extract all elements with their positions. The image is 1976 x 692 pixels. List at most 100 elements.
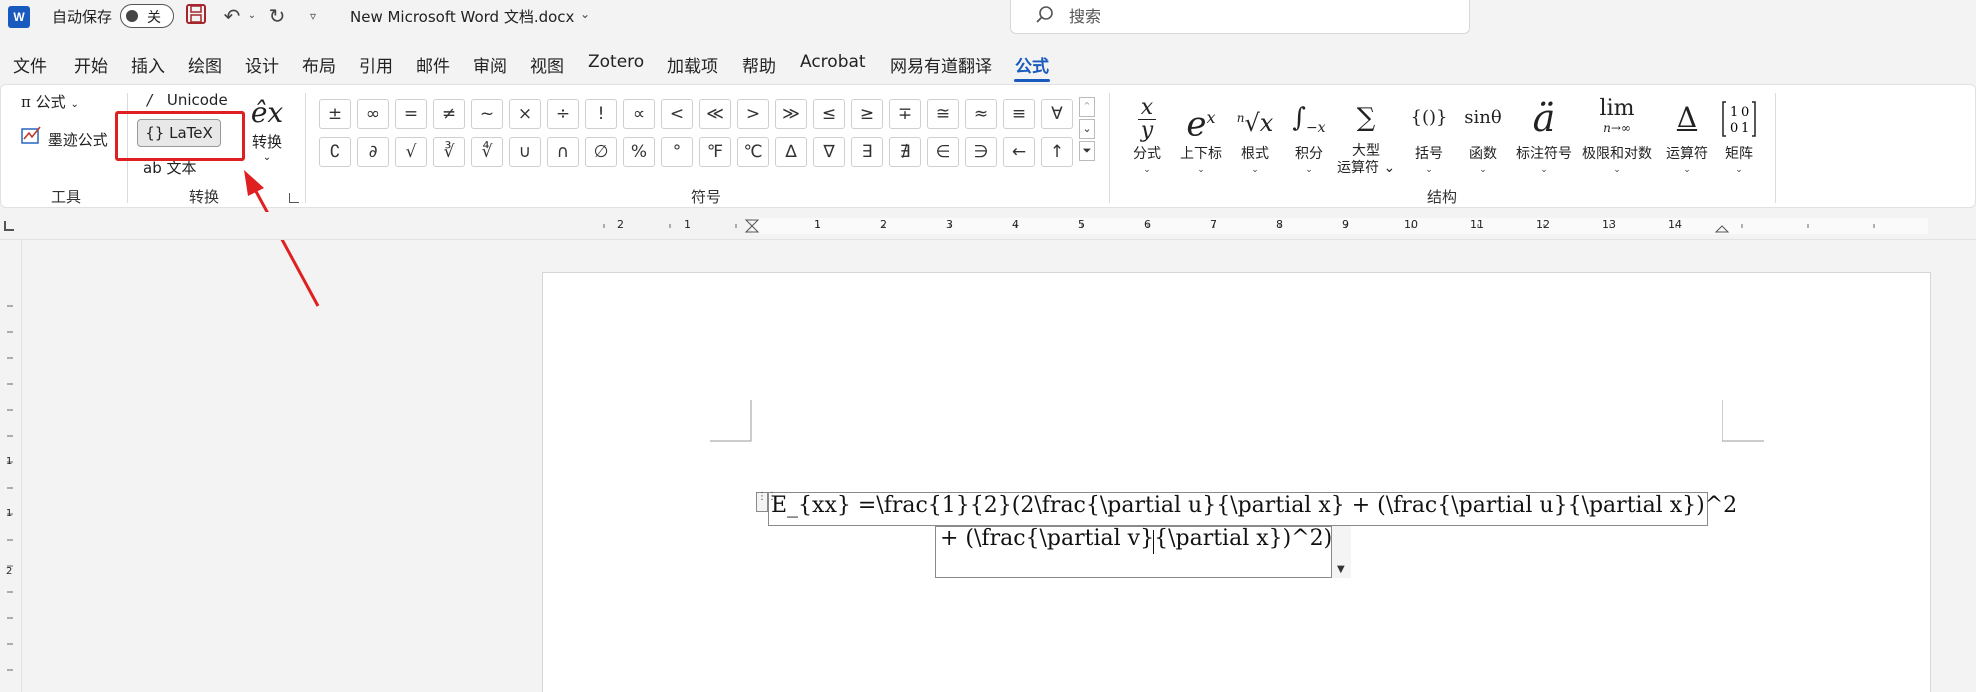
operator-button[interactable]: Δ 运算符 ⌄ — [1661, 93, 1713, 175]
convert-button[interactable]: êx 转换 ⌄ — [247, 95, 287, 163]
scroll-up-icon[interactable]: ⌃ — [1079, 97, 1095, 117]
autosave-toggle[interactable]: 关 — [120, 4, 174, 28]
symbol-item[interactable]: ≪ — [699, 99, 731, 129]
tab-design[interactable]: 设计 — [245, 52, 279, 77]
scroll-down-icon[interactable]: ⌄ — [1079, 119, 1095, 139]
symbol-item[interactable]: ≈ — [965, 99, 997, 129]
tab-selector-icon[interactable] — [4, 221, 14, 231]
symbol-item[interactable]: ∩ — [547, 137, 579, 167]
tab-youdao-translate[interactable]: 网易有道翻译 — [890, 52, 992, 77]
active-tab-indicator — [1014, 79, 1050, 82]
equation-text-line1[interactable]: E_{xx} =\frac{1}{2}(2\frac{\partial u}{\… — [771, 493, 1737, 518]
symbol-item[interactable]: ÷ — [547, 99, 579, 129]
chevron-down-icon: ⌄ — [1305, 165, 1313, 175]
tab-review[interactable]: 审阅 — [473, 52, 507, 77]
function-button[interactable]: sinθ 函数 ⌄ — [1461, 93, 1505, 175]
document-title[interactable]: New Microsoft Word 文档.docx — [350, 6, 574, 27]
document-page[interactable] — [542, 272, 1931, 692]
symbol-item[interactable]: × — [509, 99, 541, 129]
fraction-button[interactable]: xy 分式 ⌄ — [1127, 93, 1167, 176]
tab-view[interactable]: 视图 — [530, 52, 564, 77]
symbol-item[interactable]: ∞ — [357, 99, 389, 129]
symbol-item[interactable]: √ — [395, 137, 427, 167]
ink-formula-icon — [21, 126, 48, 149]
symbol-item[interactable]: ∀ — [1041, 99, 1073, 129]
symbol-item[interactable]: ° — [661, 137, 693, 167]
symbol-item[interactable]: ! — [585, 99, 617, 129]
symbol-item[interactable]: ≥ — [851, 99, 883, 129]
symbol-item[interactable]: ← — [1003, 137, 1035, 167]
equation-text-line2[interactable]: + (\frac{\partial v}{\partial x})^2) — [940, 526, 1332, 551]
symbol-item[interactable]: > — [737, 99, 769, 129]
structures-group-label: 结构 — [1427, 188, 1458, 206]
symbol-item[interactable]: ∃ — [851, 137, 883, 167]
symbol-item[interactable]: ≠ — [433, 99, 465, 129]
symbol-item[interactable]: ∆ — [775, 137, 807, 167]
customize-qat-icon[interactable]: ▿ — [304, 3, 322, 29]
symbol-item[interactable]: ≡ — [1003, 99, 1035, 129]
limit-log-button[interactable]: lim n→∞ 极限和对数 ⌄ — [1579, 93, 1655, 176]
ink-formula-button[interactable]: 墨迹公式 — [21, 125, 108, 150]
symbol-item[interactable]: < — [661, 99, 693, 129]
symbol-item[interactable]: ≫ — [775, 99, 807, 129]
redo-icon[interactable]: ↻ — [264, 3, 290, 29]
undo-dropdown-icon[interactable]: ⌄ — [246, 3, 258, 29]
symbol-item[interactable]: ∂ — [357, 137, 389, 167]
equation-handle-icon[interactable]: ⋮⋮ — [756, 492, 777, 512]
symbol-item[interactable]: ∓ — [889, 99, 921, 129]
symbol-item[interactable]: ∈ — [927, 137, 959, 167]
large-operator-button[interactable]: ∑ 大型 运算符 ⌄ — [1337, 93, 1395, 177]
ribbon-tabs: 文件 开始 插入 绘图 设计 布局 引用 邮件 审阅 视图 Zotero 加载项… — [0, 48, 1976, 82]
tab-layout[interactable]: 布局 — [302, 52, 336, 77]
tab-references[interactable]: 引用 — [359, 52, 393, 77]
tab-equation[interactable]: 公式 — [1015, 52, 1049, 77]
symbol-item[interactable]: ± — [319, 99, 351, 129]
symbol-item[interactable]: ∄ — [889, 137, 921, 167]
symbol-item[interactable]: ≅ — [927, 99, 959, 129]
symbol-item[interactable]: ≤ — [813, 99, 845, 129]
symbol-item[interactable]: ↑ — [1041, 137, 1073, 167]
symbol-item[interactable]: % — [623, 137, 655, 167]
tab-acrobat[interactable]: Acrobat — [800, 52, 866, 72]
script-button[interactable]: ex 上下标 ⌄ — [1177, 93, 1225, 175]
tab-insert[interactable]: 插入 — [131, 52, 165, 77]
formula-button[interactable]: π 公式 ⌄ — [21, 91, 79, 112]
ruler-number: 11 — [1470, 218, 1484, 231]
tab-help[interactable]: 帮助 — [742, 52, 776, 77]
save-icon[interactable] — [184, 3, 208, 29]
svg-text:0: 0 — [1741, 105, 1749, 120]
symbol-item[interactable]: ∅ — [585, 137, 617, 167]
tab-draw[interactable]: 绘图 — [188, 52, 222, 77]
symbol-item[interactable]: ∇ — [813, 137, 845, 167]
symbol-item[interactable]: ∋ — [965, 137, 997, 167]
integral-button[interactable]: ∫−x 积分 ⌄ — [1287, 93, 1331, 175]
limit-log-label: 极限和对数 — [1582, 146, 1652, 162]
symbol-item[interactable]: ∛ — [433, 137, 465, 167]
matrix-button[interactable]: 1001 矩阵 ⌄ — [1717, 93, 1761, 175]
undo-icon[interactable]: ↶ — [220, 3, 244, 29]
tab-zotero[interactable]: Zotero — [588, 52, 644, 72]
tab-file[interactable]: 文件 — [13, 52, 47, 77]
symbol-item[interactable]: ∝ — [623, 99, 655, 129]
symbol-item[interactable]: ∪ — [509, 137, 541, 167]
bracket-button[interactable]: {()} 括号 ⌄ — [1407, 93, 1451, 175]
symbol-item[interactable]: ℉ — [699, 137, 731, 167]
symbol-item[interactable]: ∜ — [471, 137, 503, 167]
search-input[interactable] — [1069, 5, 1449, 27]
symbol-item[interactable]: ℃ — [737, 137, 769, 167]
word-app-icon[interactable]: W — [8, 6, 30, 28]
equation-options-button[interactable]: ▼ — [1331, 526, 1351, 578]
tab-home[interactable]: 开始 — [74, 52, 108, 77]
unicode-option[interactable]: / Unicode — [147, 91, 228, 109]
tab-addins[interactable]: 加载项 — [667, 52, 718, 77]
accent-button[interactable]: ä 标注符号 ⌄ — [1509, 93, 1579, 175]
search-box[interactable] — [1010, 0, 1470, 34]
chevron-down-icon[interactable]: ⌄ — [580, 7, 590, 21]
gallery-expand-icon[interactable]: ⏷ — [1079, 141, 1095, 161]
radical-button[interactable]: n√x 根式 ⌄ — [1235, 93, 1275, 175]
symbol-item[interactable]: ∁ — [319, 137, 351, 167]
symbol-item[interactable]: = — [395, 99, 427, 129]
tab-mailings[interactable]: 邮件 — [416, 52, 450, 77]
symbol-item[interactable]: ~ — [471, 99, 503, 129]
sum-icon: ∑ — [1356, 103, 1376, 133]
